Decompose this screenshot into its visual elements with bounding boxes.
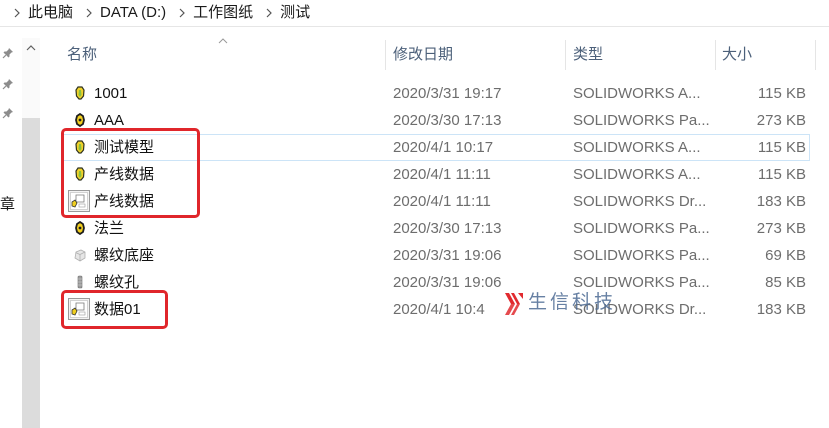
address-bar[interactable]: 此电脑 DATA (D:) 工作图纸 测试 <box>0 0 829 27</box>
scrollbar-thumb[interactable] <box>22 118 40 428</box>
file-type: SOLIDWORKS A... <box>573 85 701 102</box>
chevron-right-icon[interactable] <box>85 8 93 18</box>
file-size: 183 KB <box>756 301 806 318</box>
breadcrumb-item-drive[interactable]: DATA (D:) <box>100 0 166 26</box>
column-header: 名称 修改日期 类型 大小 <box>40 38 829 70</box>
navigation-pane: 章 <box>0 27 22 428</box>
chevron-right-icon[interactable] <box>178 8 186 18</box>
breadcrumb-item-current[interactable]: 测试 <box>280 0 310 26</box>
file-row[interactable]: 螺纹底座 2020/3/31 19:06 SOLIDWORKS Pa... 69… <box>62 242 810 269</box>
annotation-box <box>61 128 200 218</box>
file-row[interactable]: 数据01 2020/4/1 10:4 SOLIDWORKS Dr... 183 … <box>62 296 810 323</box>
file-type: SOLIDWORKS Pa... <box>573 112 710 129</box>
file-modified-date: 2020/3/30 17:13 <box>393 112 502 129</box>
file-size: 85 KB <box>765 274 806 291</box>
file-size: 273 KB <box>756 220 806 237</box>
file-size: 273 KB <box>756 112 806 129</box>
breadcrumb: 此电脑 DATA (D:) 工作图纸 测试 <box>13 0 310 26</box>
file-modified-date: 2020/3/31 19:06 <box>393 274 502 291</box>
file-modified-date: 2020/3/31 19:06 <box>393 247 502 264</box>
file-row[interactable]: 螺纹孔 2020/3/31 19:06 SOLIDWORKS Pa... 85 … <box>62 269 810 296</box>
pin-icon[interactable] <box>2 107 14 119</box>
file-type: SOLIDWORKS A... <box>573 139 701 156</box>
pin-icon[interactable] <box>2 47 14 59</box>
part-thumbnail-icon <box>74 248 86 262</box>
file-modified-date: 2020/3/30 17:13 <box>393 220 502 237</box>
file-name: 螺纹底座 <box>94 247 155 264</box>
file-modified-date: 2020/4/1 10:17 <box>393 139 494 156</box>
nav-item-label[interactable]: 章 <box>0 196 15 214</box>
column-header-modified[interactable]: 修改日期 <box>393 40 453 70</box>
file-size: 69 KB <box>765 247 806 264</box>
column-divider[interactable] <box>815 40 816 70</box>
file-modified-date: 2020/4/1 11:11 <box>393 166 491 183</box>
file-modified-date: 2020/4/1 11:11 <box>393 193 491 210</box>
watermark-logo-icon <box>505 293 523 315</box>
breadcrumb-item-this-pc[interactable]: 此电脑 <box>28 0 73 26</box>
file-size: 115 KB <box>757 85 806 102</box>
file-name: 1001 <box>94 85 128 102</box>
column-divider[interactable] <box>565 40 566 70</box>
column-header-type[interactable]: 类型 <box>573 40 603 70</box>
assembly-file-icon <box>75 86 85 100</box>
watermark-text: 生信科技 <box>528 292 617 313</box>
file-type: SOLIDWORKS Pa... <box>573 220 710 237</box>
file-size: 183 KB <box>756 193 806 210</box>
file-name: 法兰 <box>94 220 125 237</box>
file-modified-date: 2020/3/31 19:17 <box>393 85 502 102</box>
file-modified-date: 2020/4/1 10:4 <box>393 301 485 318</box>
pin-icon[interactable] <box>2 78 14 90</box>
file-type: SOLIDWORKS A... <box>573 166 701 183</box>
sort-ascending-icon <box>218 38 228 44</box>
column-divider[interactable] <box>715 40 716 70</box>
annotation-box <box>61 290 168 329</box>
chevron-right-icon[interactable] <box>13 8 21 18</box>
file-row[interactable]: 法兰 2020/3/30 17:13 SOLIDWORKS Pa... 273 … <box>62 215 810 242</box>
scroll-up-arrow-icon[interactable] <box>26 45 36 51</box>
part-file-icon <box>75 221 85 235</box>
column-header-name[interactable]: 名称 <box>67 40 97 70</box>
bolt-thumbnail-icon <box>76 275 84 289</box>
breadcrumb-item-folder[interactable]: 工作图纸 <box>193 0 253 26</box>
chevron-right-icon[interactable] <box>265 8 273 18</box>
scrollbar[interactable] <box>22 38 40 428</box>
file-size: 115 KB <box>757 139 806 156</box>
column-divider[interactable] <box>385 40 386 70</box>
file-row[interactable]: 1001 2020/3/31 19:17 SOLIDWORKS A... 115… <box>62 80 810 107</box>
file-type: SOLIDWORKS Dr... <box>573 193 707 210</box>
file-size: 115 KB <box>757 166 806 183</box>
column-header-size[interactable]: 大小 <box>722 40 752 70</box>
part-file-icon <box>75 113 85 127</box>
file-type: SOLIDWORKS Pa... <box>573 247 710 264</box>
